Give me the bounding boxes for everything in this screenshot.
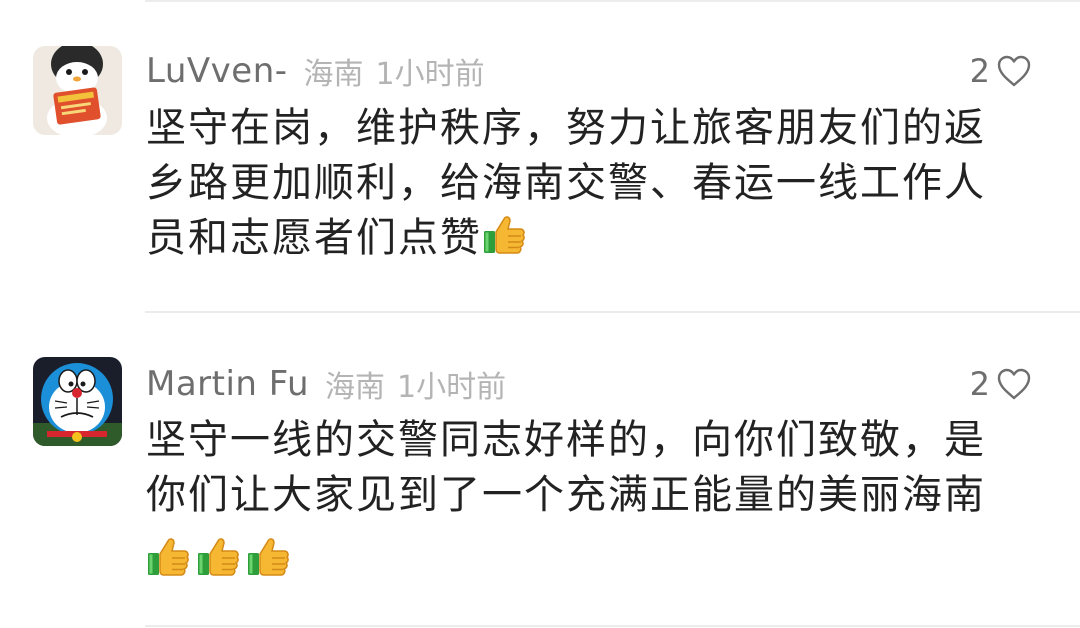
username[interactable]: LuVven- bbox=[146, 51, 288, 91]
like-control[interactable]: 2 bbox=[970, 45, 1032, 97]
thumbs-up-icon bbox=[246, 535, 290, 579]
comment-item[interactable]: Martin Fu 海南 1小时前 2 坚守一线的交警同志好样的，向你们致敬，是… bbox=[0, 313, 1080, 628]
location-label: 海南 bbox=[303, 57, 364, 92]
like-count: 2 bbox=[969, 52, 990, 90]
thumbs-up-icon bbox=[146, 535, 190, 579]
penguin-reading-avatar-icon bbox=[33, 46, 122, 135]
comment-meta: Martin Fu 海南 1小时前 bbox=[146, 358, 506, 410]
like-control[interactable]: 2 bbox=[970, 358, 1032, 410]
avatar[interactable] bbox=[33, 357, 122, 446]
emoji-row bbox=[146, 535, 296, 579]
timestamp: 1小时前 bbox=[375, 57, 485, 92]
comment-text: 坚守在岗，维护秩序，努力让旅客朋友们的返乡路更加顺利，给海南交警、春运一线工作人… bbox=[146, 101, 1026, 266]
timestamp: 1小时前 bbox=[397, 370, 507, 405]
comment-text: 坚守一线的交警同志好样的，向你们致敬，是你们让大家见到了一个充满正能量的美丽海南 bbox=[146, 413, 1026, 523]
avatar[interactable] bbox=[33, 46, 122, 135]
thumbs-up-icon bbox=[482, 213, 526, 257]
comment-body: 坚守在岗，维护秩序，努力让旅客朋友们的返乡路更加顺利，给海南交警、春运一线工作人… bbox=[146, 105, 986, 261]
location-label: 海南 bbox=[325, 370, 386, 405]
heart-icon[interactable] bbox=[996, 54, 1032, 88]
username[interactable]: Martin Fu bbox=[146, 364, 309, 404]
bottom-divider bbox=[145, 625, 1080, 627]
thumbs-up-icon bbox=[196, 535, 240, 579]
comment-item[interactable]: LuVven- 海南 1小时前 2 坚守在岗，维护秩序，努力让旅客朋友们的返乡路… bbox=[0, 0, 1080, 312]
comment-meta: LuVven- 海南 1小时前 bbox=[146, 45, 485, 97]
doraemon-avatar-icon bbox=[33, 357, 122, 446]
heart-icon[interactable] bbox=[996, 367, 1032, 401]
like-count: 2 bbox=[969, 365, 990, 403]
comment-body: 坚守一线的交警同志好样的，向你们致敬，是你们让大家见到了一个充满正能量的美丽海南 bbox=[146, 417, 986, 518]
